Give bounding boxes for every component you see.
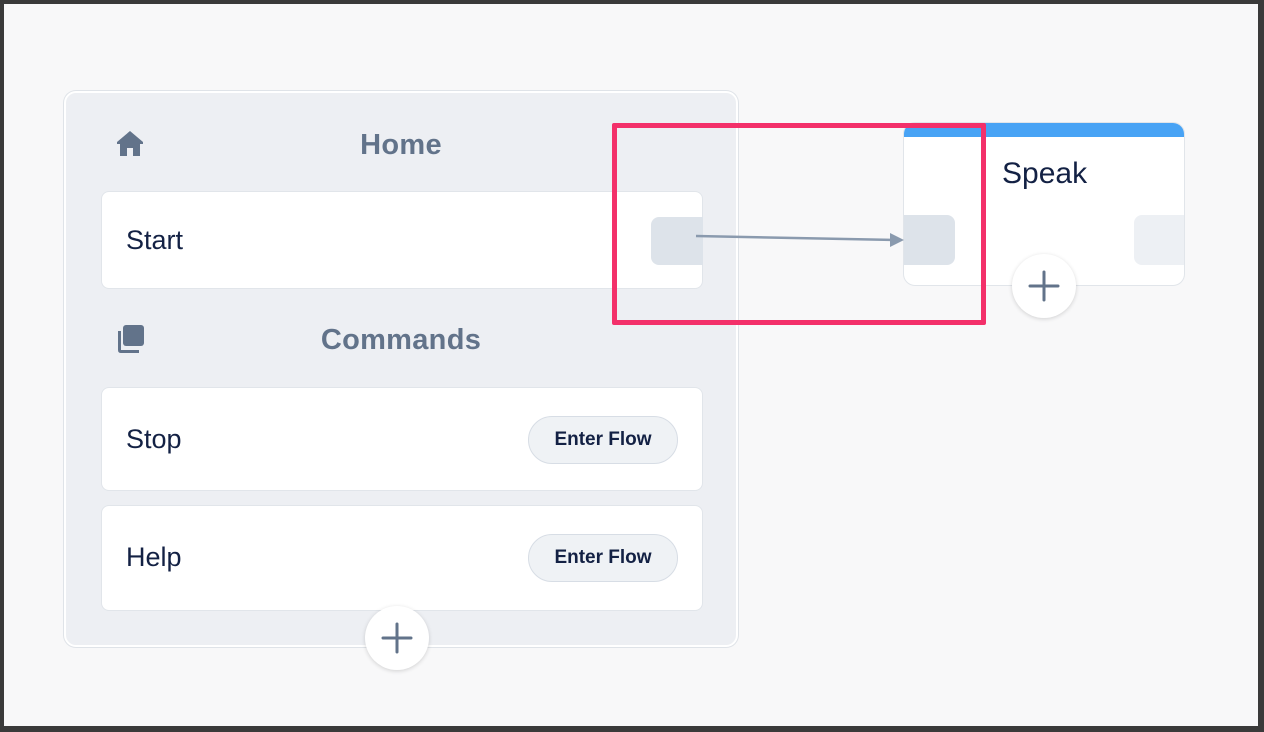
- add-command-button[interactable]: [365, 606, 429, 670]
- command-label-help: Help: [126, 542, 182, 572]
- enter-flow-button[interactable]: Enter Flow: [528, 534, 678, 582]
- command-label-stop: Stop: [126, 424, 182, 454]
- plus-icon: [1028, 270, 1060, 302]
- list-item[interactable]: Help Enter Flow: [101, 505, 703, 611]
- start-card[interactable]: Start: [101, 191, 703, 289]
- list-item[interactable]: Stop Enter Flow: [101, 387, 703, 491]
- plus-icon: [381, 622, 413, 654]
- start-label: Start: [126, 225, 184, 255]
- speak-title: Speak: [1002, 157, 1088, 190]
- speak-input-port[interactable]: [904, 215, 955, 265]
- home-block[interactable]: Home Start Commands Stop Enter Flow Help…: [64, 91, 738, 647]
- commands-title: Commands: [320, 324, 482, 356]
- flow-canvas[interactable]: Home Start Commands Stop Enter Flow Help…: [4, 4, 1258, 726]
- speak-output-port[interactable]: [1134, 215, 1184, 265]
- add-step-button[interactable]: [1012, 254, 1076, 318]
- start-output-port[interactable]: [651, 217, 703, 265]
- home-title: Home: [360, 129, 442, 161]
- speak-accent-bar: [904, 123, 1184, 137]
- enter-flow-button[interactable]: Enter Flow: [528, 416, 678, 464]
